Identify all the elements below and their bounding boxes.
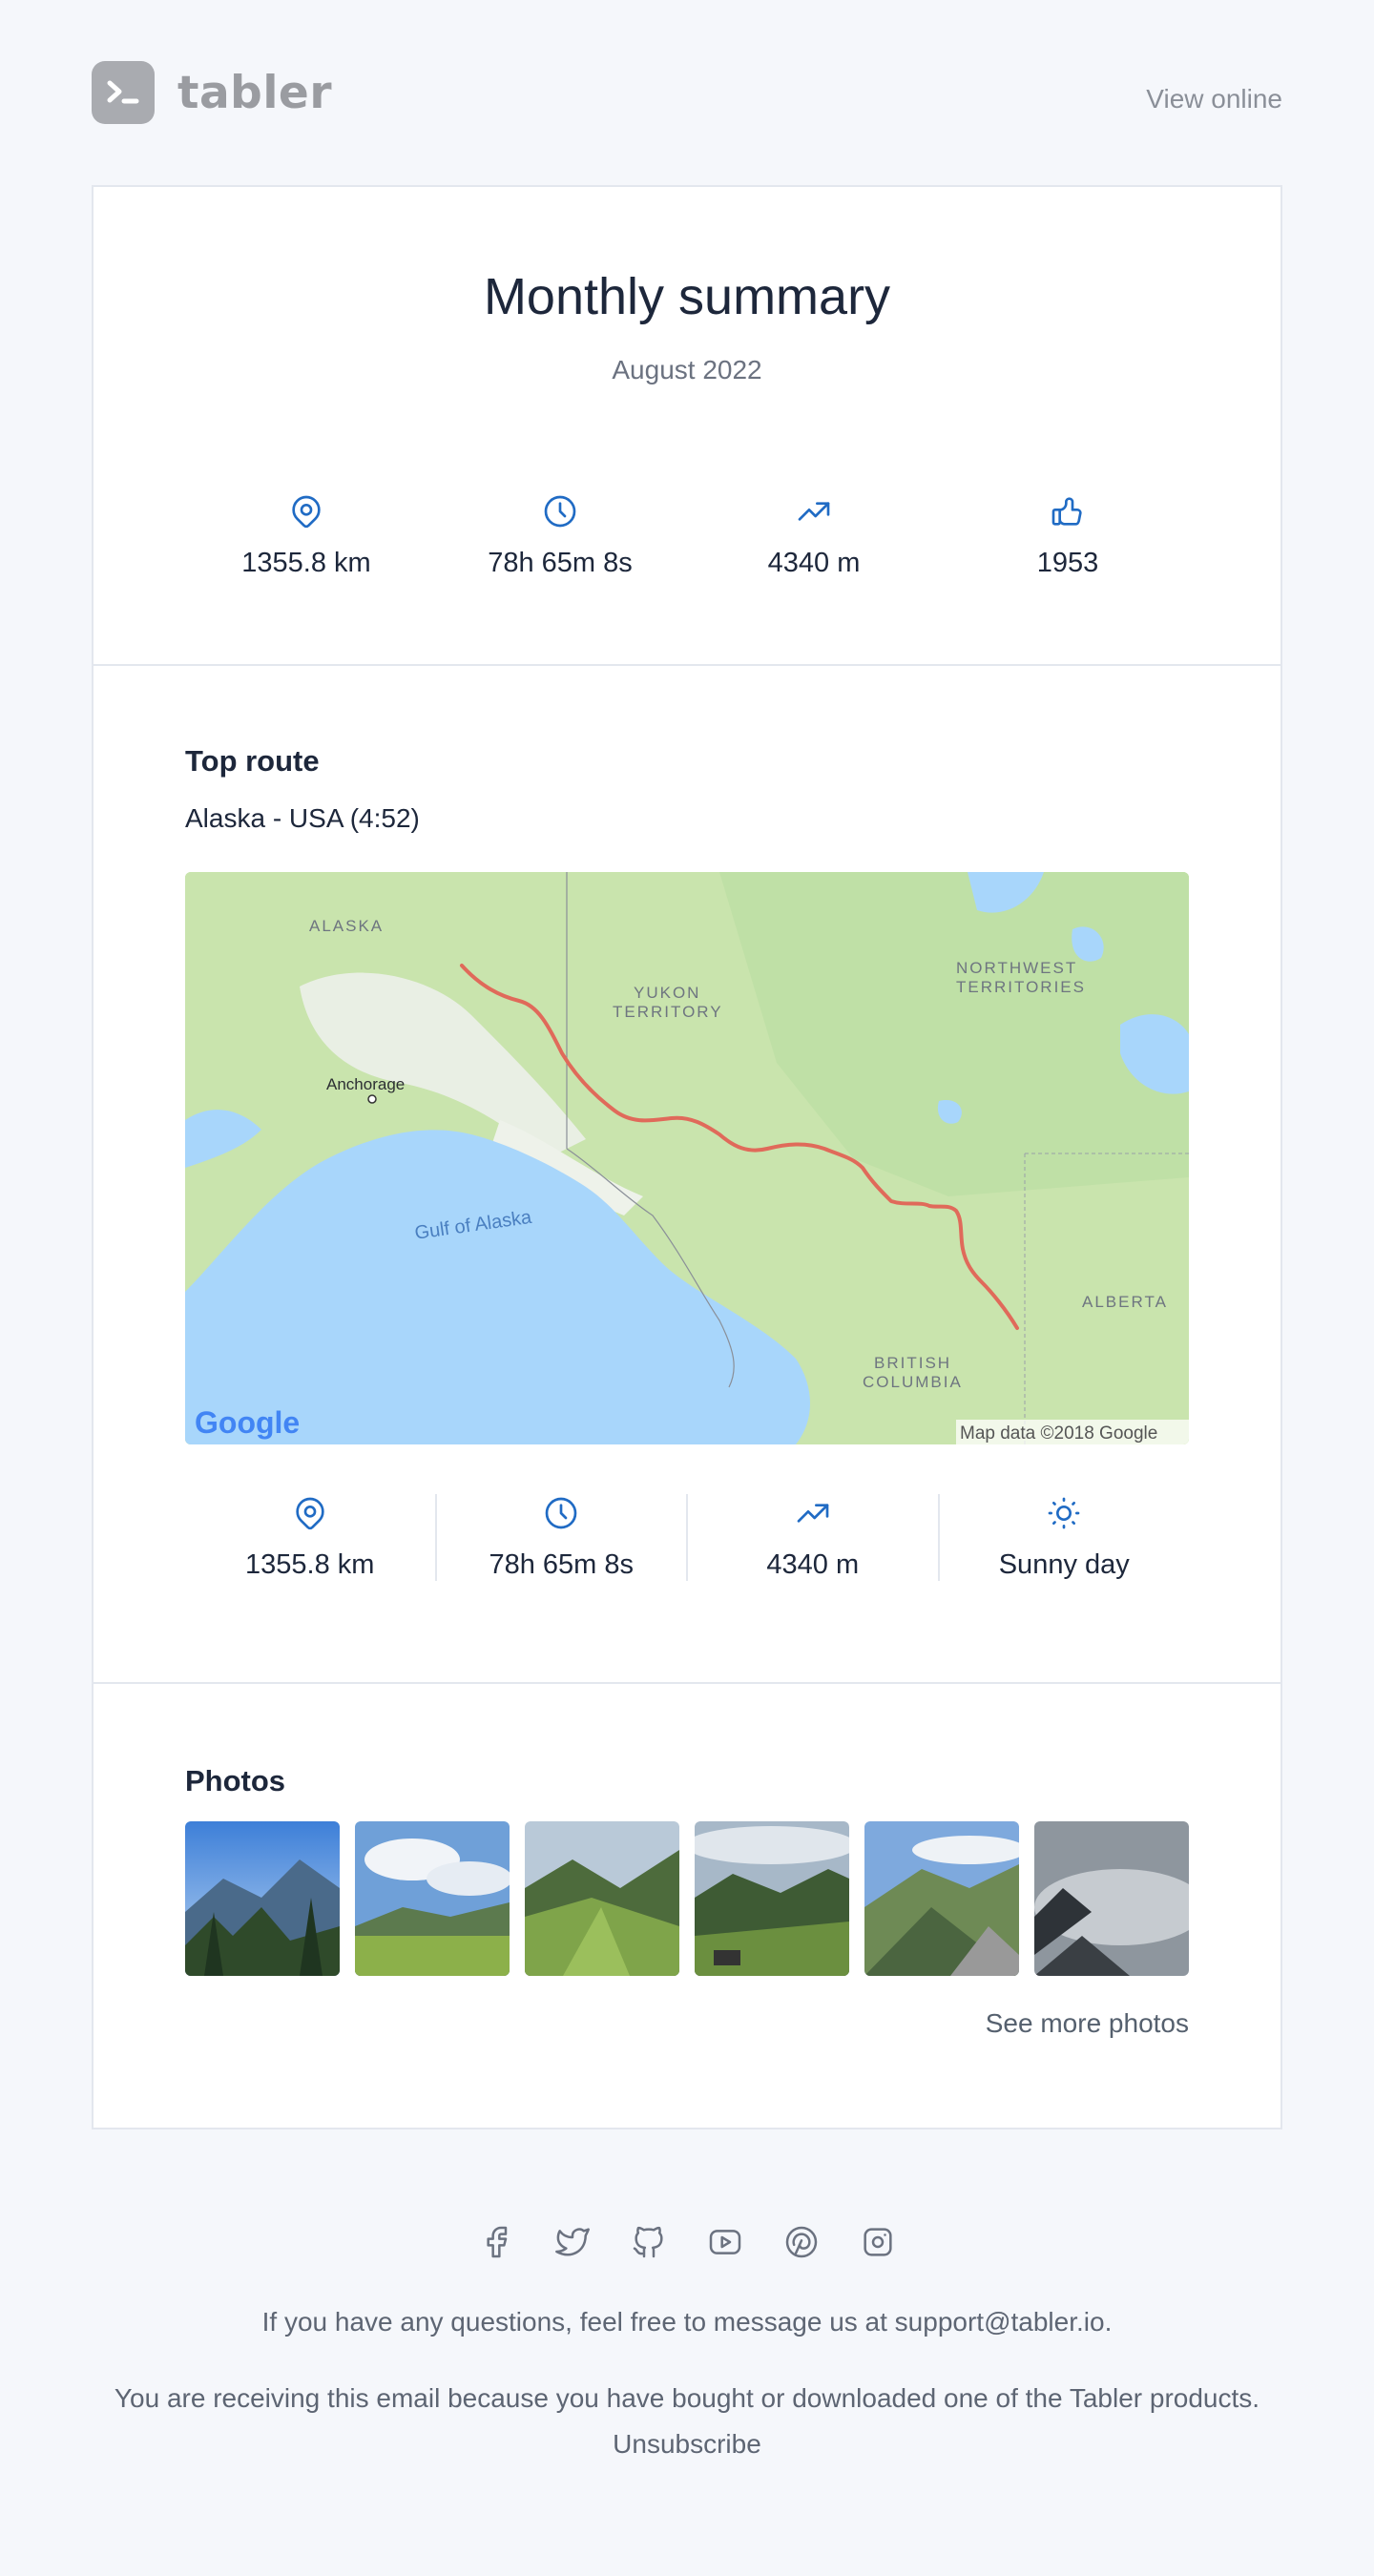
route-stats: 1355.8 km 78h 65m 8s 4340 m Sunny day (94, 1494, 1280, 1581)
route-stat-time: 78h 65m 8s (437, 1494, 688, 1581)
logo-text: tabler (177, 66, 332, 119)
top-route-section: Top route Alaska - USA (4:52) ALASKA YUK… (94, 666, 1280, 1684)
email-card: Monthly summary August 2022 1355.8 km 78… (92, 185, 1282, 2129)
stat-distance: 1355.8 km (179, 492, 433, 579)
summary-section: Monthly summary August 2022 1355.8 km 78… (94, 187, 1280, 666)
instagram-icon[interactable] (859, 2223, 897, 2261)
route-map[interactable]: ALASKA YUKON TERRITORY NORTHWEST TERRITO… (185, 872, 1189, 1444)
view-online-link[interactable]: View online (1146, 84, 1282, 114)
photo-thumbnail[interactable] (525, 1821, 679, 1976)
map-label-territories: TERRITORIES (956, 978, 1086, 996)
thumb-up-icon (1051, 497, 1082, 526)
map-label-yukon: YUKON (634, 984, 700, 1002)
trending-up-icon (797, 1504, 829, 1523)
email-header: tabler View online (92, 61, 1282, 128)
photo-thumbnail[interactable] (1034, 1821, 1189, 1976)
clock-icon (545, 1497, 577, 1529)
terminal-logo-icon (92, 61, 155, 124)
stat-value: 4340 m (767, 548, 861, 578)
map-pin-icon (296, 1497, 324, 1530)
social-links (0, 2223, 1374, 2261)
map-pin-icon (292, 495, 321, 529)
page-title: Monthly summary (483, 268, 891, 325)
clock-icon (544, 495, 576, 528)
route-name: Alaska - USA (4:52) (185, 803, 420, 833)
stat-value: 78h 65m 8s (489, 1549, 635, 1580)
map-canvas: ALASKA YUKON TERRITORY NORTHWEST TERRITO… (185, 872, 1189, 1444)
photo-thumbnail[interactable] (695, 1821, 849, 1976)
photo-thumbnail[interactable] (185, 1821, 340, 1976)
pinterest-icon[interactable] (782, 2223, 821, 2261)
photo-grid (185, 1821, 1189, 1976)
stat-elevation: 4340 m (687, 492, 941, 579)
period-label: August 2022 (612, 355, 762, 384)
map-label-columbia: COLUMBIA (863, 1373, 963, 1391)
youtube-icon[interactable] (706, 2223, 744, 2261)
summary-stats: 1355.8 km 78h 65m 8s 4340 m 1953 (94, 492, 1280, 579)
route-stat-weather: Sunny day (940, 1494, 1190, 1581)
see-more-photos-link[interactable]: See more photos (986, 2008, 1189, 2039)
stat-value: 1355.8 km (245, 1549, 375, 1580)
map-label-alberta: ALBERTA (1082, 1293, 1168, 1311)
map-label-territory: TERRITORY (613, 1003, 723, 1021)
footer-reason: You are receiving this email because you… (114, 2383, 1260, 2413)
map-label-northwest: NORTHWEST (956, 959, 1077, 977)
github-icon[interactable] (630, 2223, 668, 2261)
facebook-icon[interactable] (477, 2223, 515, 2261)
photos-heading: Photos (185, 1764, 286, 1797)
stat-value: 1355.8 km (241, 548, 371, 578)
route-stat-distance: 1355.8 km (185, 1494, 437, 1581)
photos-section: Photos See more photos (94, 1684, 1280, 2129)
stat-value: 1953 (1036, 548, 1099, 578)
stat-value: 4340 m (766, 1549, 860, 1580)
unsubscribe-link[interactable]: Unsubscribe (613, 2429, 761, 2459)
stat-time: 78h 65m 8s (433, 492, 687, 579)
map-label-british: BRITISH (874, 1354, 951, 1372)
map-label-alaska: ALASKA (309, 917, 384, 935)
google-logo: Google (195, 1405, 300, 1440)
map-label-anchorage: Anchorage (326, 1075, 405, 1093)
stat-likes: 1953 (941, 492, 1195, 579)
tabler-logo[interactable]: tabler (92, 61, 332, 124)
stat-value: Sunny day (998, 1549, 1130, 1580)
twitter-icon[interactable] (553, 2223, 592, 2261)
sun-icon (1048, 1497, 1080, 1529)
map-attribution: Map data ©2018 Google (960, 1423, 1157, 1444)
support-message: If you have any questions, feel free to … (261, 2307, 1113, 2337)
route-stat-elevation: 4340 m (688, 1494, 940, 1581)
stat-value: 78h 65m 8s (488, 548, 633, 578)
trending-up-icon (798, 502, 830, 521)
top-route-heading: Top route (185, 744, 320, 778)
photo-thumbnail[interactable] (864, 1821, 1019, 1976)
photo-thumbnail[interactable] (355, 1821, 510, 1976)
